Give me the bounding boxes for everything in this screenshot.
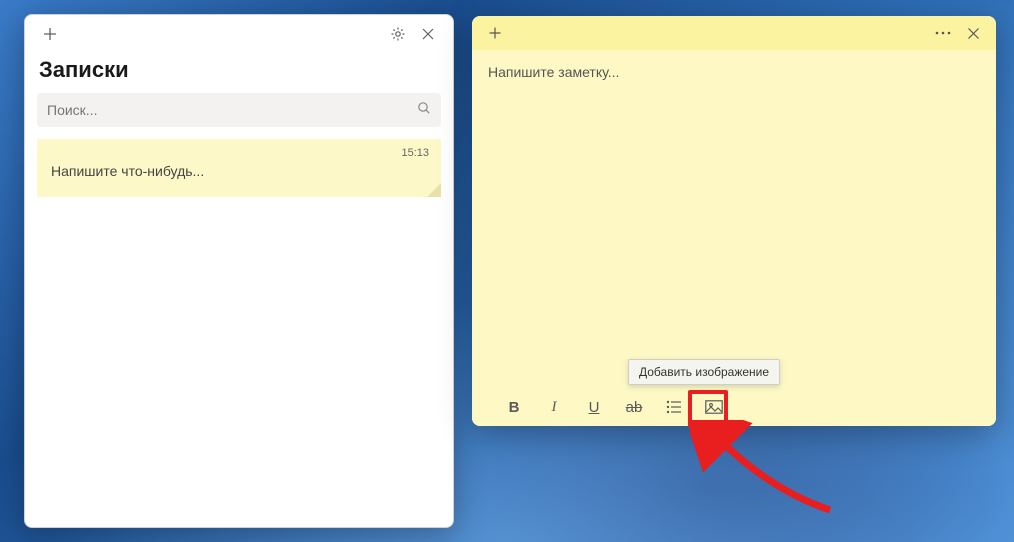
- annotation-arrow: [690, 420, 850, 520]
- note-card[interactable]: 15:13 Напишите что-нибудь...: [37, 139, 441, 197]
- note-editor[interactable]: Напишите заметку...: [472, 50, 996, 388]
- gear-icon: [390, 26, 406, 42]
- search-icon: [417, 101, 431, 120]
- strikethrough-button[interactable]: ab: [614, 391, 654, 423]
- menu-button[interactable]: [928, 18, 958, 48]
- new-note-button[interactable]: [35, 19, 65, 49]
- close-button[interactable]: [413, 19, 443, 49]
- bullet-list-button[interactable]: [654, 391, 694, 423]
- italic-button[interactable]: I: [534, 391, 574, 423]
- image-icon: [705, 400, 723, 414]
- page-title: Записки: [25, 53, 453, 93]
- note-preview: Напишите что-нибудь...: [51, 163, 427, 179]
- sticky-titlebar: [472, 16, 996, 50]
- close-button[interactable]: [958, 18, 988, 48]
- close-icon: [421, 27, 435, 41]
- search-box[interactable]: [37, 93, 441, 127]
- note-placeholder: Напишите заметку...: [488, 64, 619, 80]
- notes-titlebar: [25, 15, 453, 53]
- add-image-button[interactable]: [694, 391, 734, 423]
- note-timestamp: 15:13: [401, 147, 429, 159]
- tooltip-add-image: Добавить изображение: [628, 359, 780, 385]
- menu-icon: [935, 31, 951, 35]
- bullets-icon: [666, 400, 682, 414]
- close-icon: [967, 27, 980, 40]
- notes-list-window: Записки 15:13 Напишите что-нибудь...: [24, 14, 454, 528]
- settings-button[interactable]: [383, 19, 413, 49]
- plus-icon: [42, 26, 58, 42]
- format-toolbar: B I U ab: [472, 388, 996, 426]
- search-input[interactable]: [47, 102, 417, 118]
- underline-button[interactable]: U: [574, 391, 614, 423]
- plus-icon: [488, 26, 502, 40]
- bold-button[interactable]: B: [494, 391, 534, 423]
- new-note-button[interactable]: [480, 18, 510, 48]
